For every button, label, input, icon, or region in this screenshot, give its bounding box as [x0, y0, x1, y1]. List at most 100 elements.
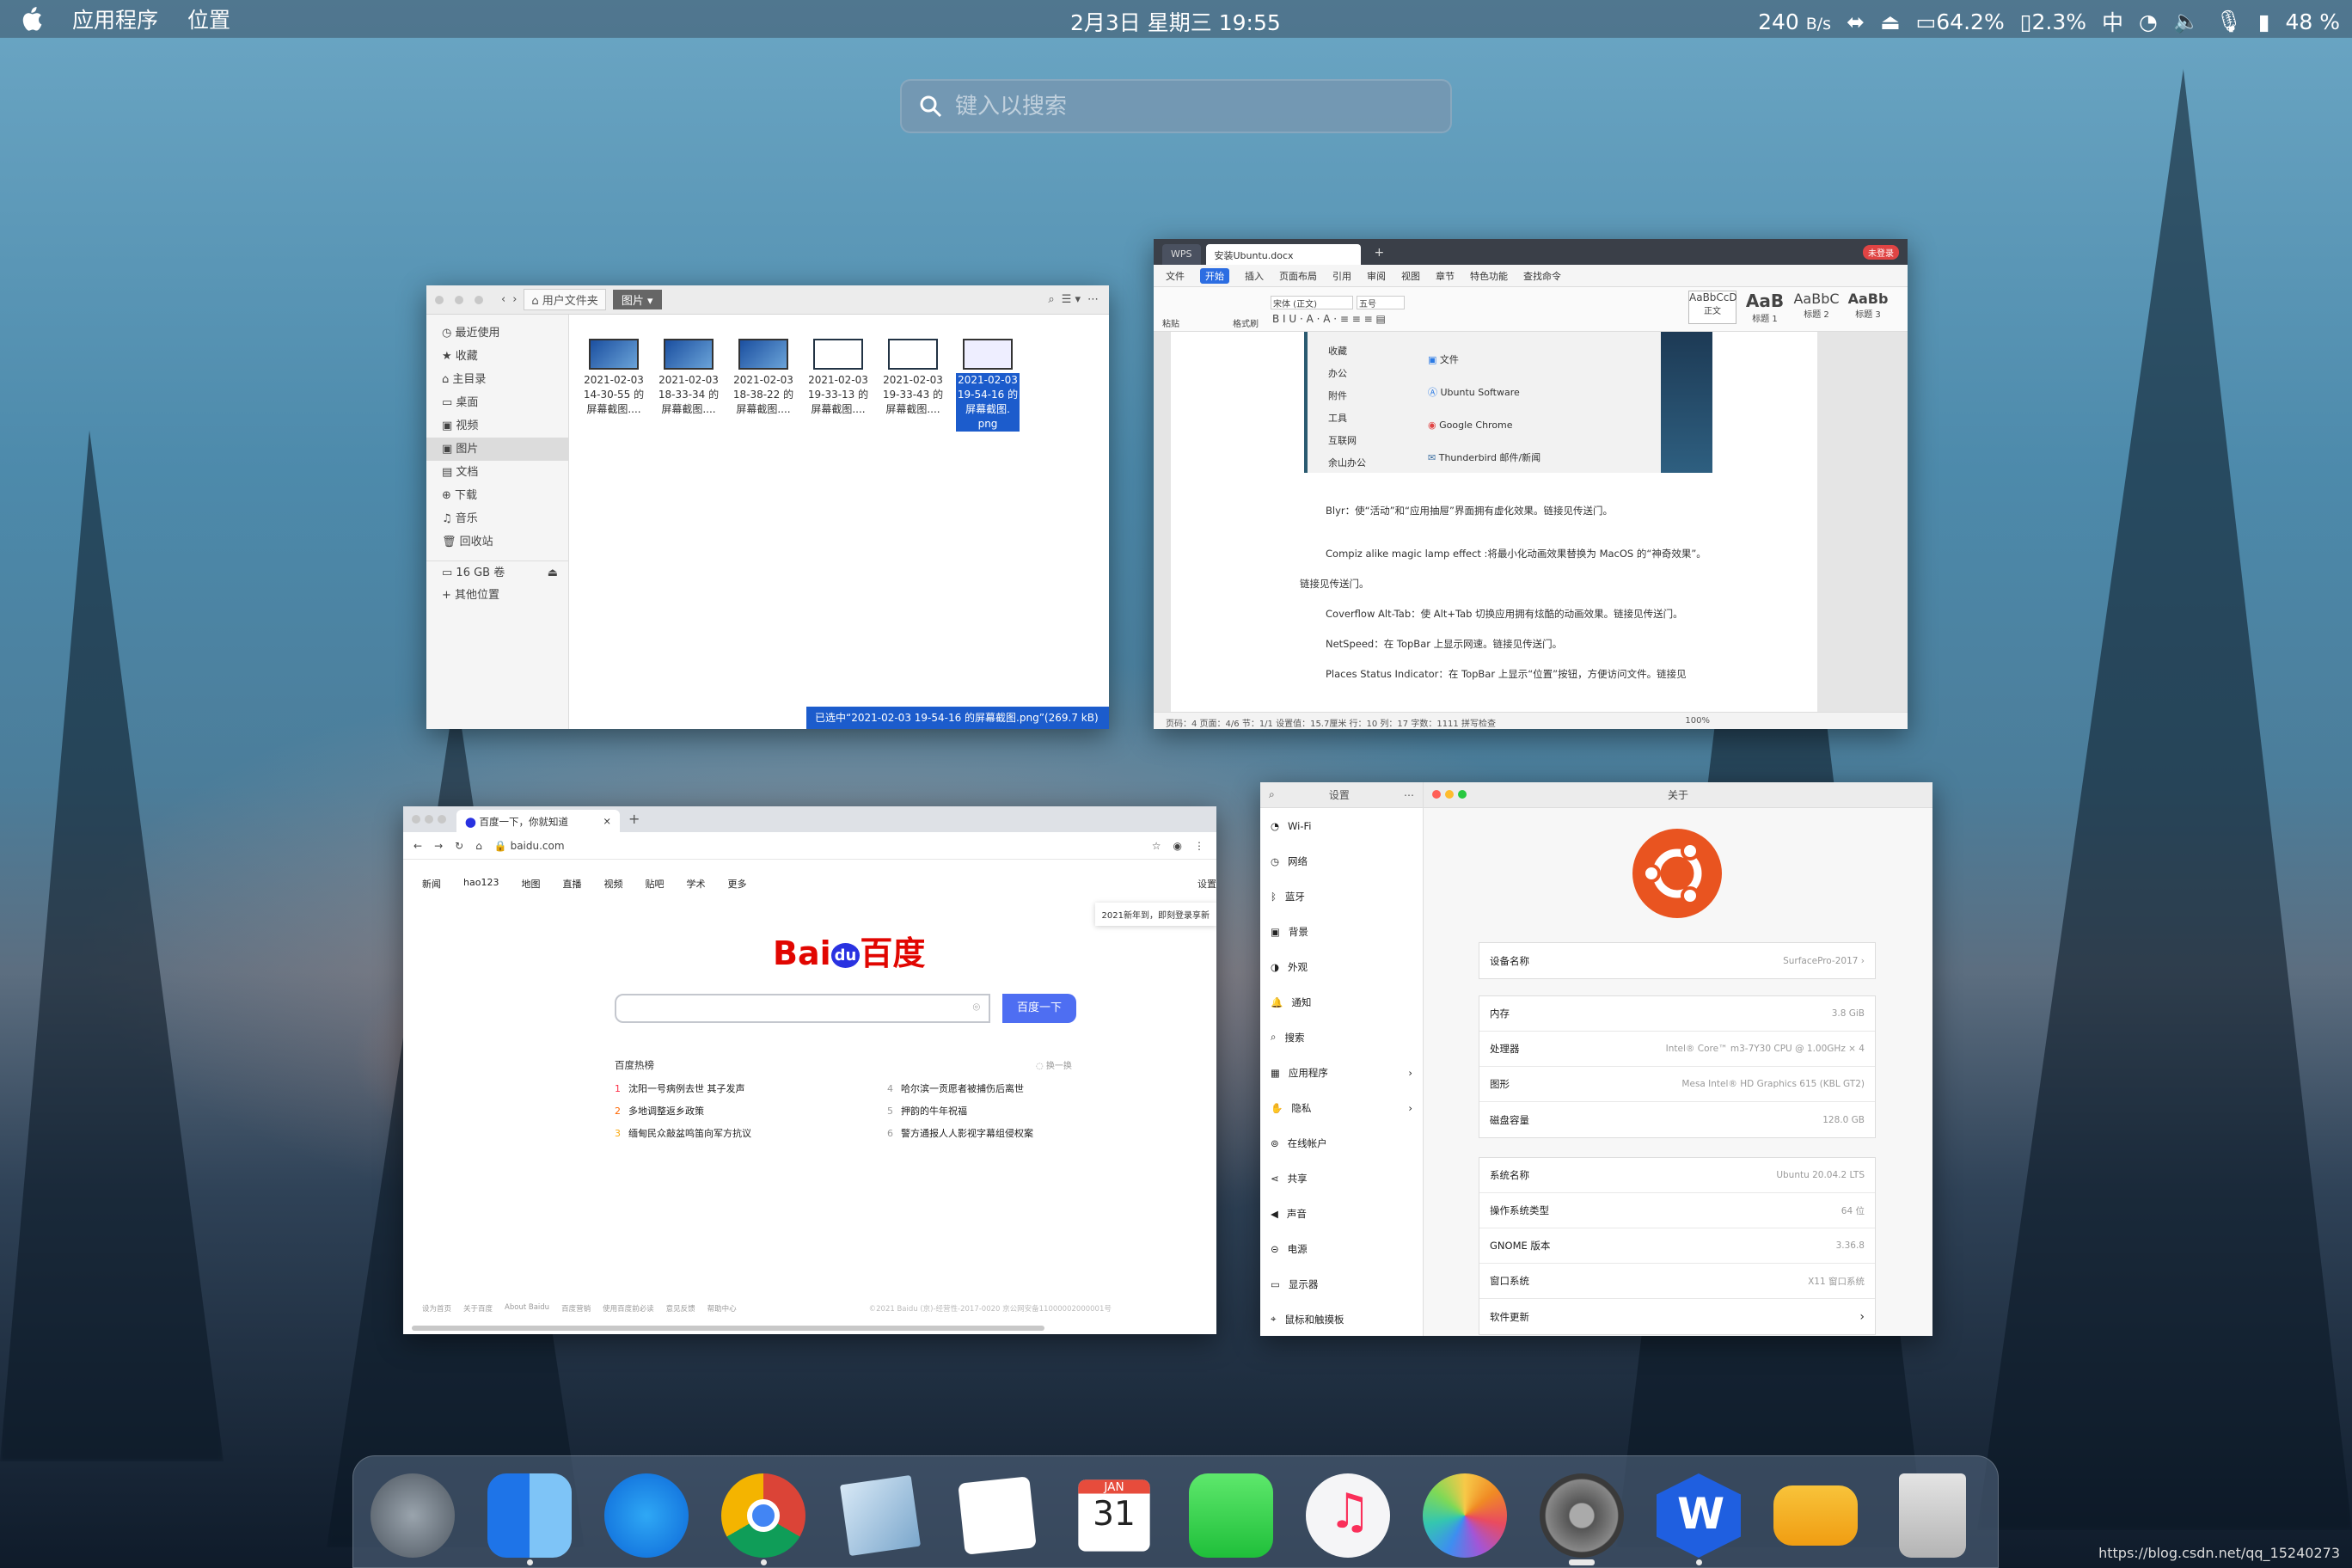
new-tab-icon[interactable]: + — [1366, 246, 1393, 265]
footer-link[interactable]: 帮助中心 — [707, 1303, 737, 1314]
drive-icon[interactable] — [1773, 1485, 1858, 1546]
calendar-icon[interactable]: JAN 31 — [1078, 1479, 1150, 1552]
chrome-icon[interactable] — [721, 1473, 805, 1558]
back-icon[interactable]: ← — [413, 840, 422, 852]
microphone-icon[interactable]: 🎙 — [2215, 9, 2243, 34]
sidebar-item-downloads[interactable]: ⊕ 下载 — [426, 484, 568, 507]
facetime-icon[interactable] — [1189, 1473, 1273, 1558]
cpu-indicator[interactable]: ▭64.2% — [1916, 9, 2005, 34]
nav-hao123[interactable]: hao123 — [463, 877, 499, 891]
menu-find[interactable]: 查找命令 — [1523, 269, 1561, 283]
paragraph[interactable]: Compiz alike magic lamp effect :将最小化动画效果… — [1326, 547, 1706, 560]
settings-item-appearance[interactable]: ◑ 外观 — [1260, 949, 1423, 984]
tab-document[interactable]: 安装Ubuntu.docx — [1205, 244, 1361, 265]
apple-icon[interactable] — [19, 6, 43, 32]
paragraph[interactable]: 链接见传送门。 — [1300, 577, 1369, 591]
login-badge[interactable]: 未登录 — [1863, 245, 1899, 260]
footer-link[interactable]: About Baidu — [505, 1303, 549, 1314]
settings-item-wifi[interactable]: ◔ Wi-Fi — [1260, 808, 1423, 843]
address-bar[interactable]: 🔒 baidu.com — [494, 840, 565, 852]
hot-item[interactable]: 6 警方通报人人影视字幕组侵权案 — [887, 1126, 1033, 1140]
clock[interactable]: 2月3日 星期三 19:55 — [1070, 6, 1281, 37]
baidu-search[interactable]: ⌾ — [615, 994, 990, 1023]
files-window[interactable]: ‹ › ⌂ 用户文件夹 图片 ▾ ⌕ ☰ ▾ ⋯ ◷ 最近使用 ★ 收藏 ⌂ 主… — [426, 285, 1109, 729]
min-dot[interactable] — [425, 815, 433, 824]
finder-icon[interactable] — [487, 1473, 572, 1558]
footer-link[interactable]: 设为首页 — [422, 1303, 451, 1314]
settings-item-mouse[interactable]: ⌖ 鼠标和触摸板 — [1260, 1302, 1423, 1336]
document-area[interactable]: 收藏 办公 附件 工具 互联网 余山办公 ▣ 文件 Ⓐ Ubuntu Software ◉… — [1154, 332, 1908, 712]
settings-item-search[interactable]: ⌕ 搜索 — [1260, 1020, 1423, 1055]
close-tab-icon[interactable]: × — [603, 815, 611, 827]
launchpad-icon[interactable] — [371, 1473, 455, 1558]
settings-item-privacy[interactable]: ✋ 隐私 › — [1260, 1090, 1423, 1125]
format-icons[interactable]: B I U · A · A · ≡ ≡ ≡ ▤ — [1272, 313, 1386, 325]
close-dot[interactable] — [412, 815, 420, 824]
eject-icon[interactable]: ⏏ — [548, 561, 558, 585]
forward-icon[interactable]: › — [512, 293, 517, 306]
profile-icon[interactable]: ◉ — [1173, 840, 1182, 852]
menu-insert[interactable]: 插入 — [1245, 269, 1264, 283]
menu-home[interactable]: 开始 — [1200, 267, 1229, 284]
nav-live[interactable]: 直播 — [562, 877, 581, 891]
file-item-selected[interactable]: 2021-02-03 19-54-16 的屏幕截图. png — [953, 339, 1022, 432]
trash-icon[interactable] — [1899, 1473, 1966, 1558]
mail-icon[interactable] — [839, 1474, 922, 1557]
sidebar-item-documents[interactable]: ▤ 文档 — [426, 461, 568, 484]
format-painter-button[interactable]: 格式刷 — [1233, 316, 1259, 329]
max-dot[interactable] — [1458, 790, 1467, 799]
hot-item[interactable]: 1 沈阳一号病例去世 其子发声 — [615, 1081, 745, 1095]
settings-item-applications[interactable]: ▦ 应用程序 › — [1260, 1055, 1423, 1090]
nav-map[interactable]: 地图 — [521, 877, 540, 891]
search-icon[interactable]: ⌕ — [1269, 788, 1275, 801]
sidebar-item-pictures[interactable]: ▣ 图片 — [426, 438, 568, 461]
document-page[interactable]: 收藏 办公 附件 工具 互联网 余山办公 ▣ 文件 Ⓐ Ubuntu Software ◉… — [1171, 332, 1817, 712]
sidebar-item-starred[interactable]: ★ 收藏 — [426, 345, 568, 368]
menu-applications[interactable]: 应用程序 — [72, 3, 158, 34]
file-item[interactable]: 2021-02-03 18-33-34 的屏幕截图.... — [654, 339, 723, 417]
memory-indicator[interactable]: ▯2.3% — [2020, 9, 2086, 34]
tab-baidu[interactable]: ⬤ 百度一下，你就知道 × — [456, 810, 620, 832]
footer-link[interactable]: 意见反馈 — [666, 1303, 695, 1314]
footer-link[interactable]: 百度营销 — [561, 1303, 591, 1314]
size-select[interactable]: 五号 — [1357, 296, 1405, 309]
paragraph[interactable]: Blyr：使“活动”和“应用抽屉”界面拥有虚化效果。链接见传送门。 — [1326, 504, 1613, 518]
hot-item[interactable]: 2 多地调整返乡政策 — [615, 1104, 704, 1118]
search-icon[interactable]: ⌕ — [1048, 293, 1054, 306]
settings-item-network[interactable]: ◷ 网络 — [1260, 843, 1423, 879]
max-dot[interactable] — [438, 815, 446, 824]
hot-item[interactable]: 3 缅甸民众敲盆鸣笛向军方抗议 — [615, 1126, 751, 1140]
sidebar-item-recent[interactable]: ◷ 最近使用 — [426, 322, 568, 345]
font-select[interactable]: 宋体 (正文) — [1271, 296, 1353, 309]
menu-view[interactable]: 视图 — [1401, 269, 1420, 283]
wifi-icon[interactable]: ◔ — [2139, 9, 2158, 34]
menu-review[interactable]: 审阅 — [1367, 269, 1386, 283]
menu-features[interactable]: 特色功能 — [1470, 269, 1508, 283]
photos-icon[interactable] — [1423, 1473, 1507, 1558]
breadcrumb-home[interactable]: ⌂ 用户文件夹 — [524, 289, 606, 310]
hot-item[interactable]: 4 哈尔滨一贡愿者被捕伤后离世 — [887, 1081, 1024, 1095]
menu-section[interactable]: 章节 — [1436, 269, 1455, 283]
menu-file[interactable]: 文件 — [1166, 269, 1185, 283]
settings-window[interactable]: ⌕ 设置 ⋯ ◔ Wi-Fi ◷ 网络 ᛒ 蓝牙 ▣ 背景 ◑ 外观 🔔 通知 ⌕ … — [1260, 782, 1932, 1336]
hot-item[interactable]: 5 押韵的牛年祝福 — [887, 1104, 967, 1118]
sidebar-item-music[interactable]: ♫ 音乐 — [426, 507, 568, 530]
settings-item-sharing[interactable]: ⋖ 共享 — [1260, 1161, 1423, 1196]
home-icon[interactable]: ⌂ — [475, 840, 482, 852]
paragraph[interactable]: Coverflow Alt-Tab：使 Alt+Tab 切换应用拥有炫酷的动画效… — [1326, 607, 1683, 621]
software-update-row[interactable]: 软件更新 › — [1479, 1299, 1875, 1334]
camera-icon[interactable]: ⌾ — [973, 1001, 980, 1014]
sidebar-item-other[interactable]: + 其他位置 — [426, 584, 568, 607]
nav-video[interactable]: 视频 — [603, 877, 622, 891]
settings-item-sound[interactable]: ◀ 声音 — [1260, 1196, 1423, 1231]
settings-item-background[interactable]: ▣ 背景 — [1260, 914, 1423, 949]
breadcrumb-current[interactable]: 图片 ▾ — [612, 290, 662, 309]
settings-item-online-accounts[interactable]: ⊚ 在线帐户 — [1260, 1125, 1423, 1161]
file-item[interactable]: 2021-02-03 14-30-55 的屏幕截图.... — [579, 339, 648, 417]
wps-icon[interactable]: W — [1657, 1473, 1741, 1558]
file-item[interactable]: 2021-02-03 19-33-13 的屏幕截图.... — [804, 339, 873, 417]
file-item[interactable]: 2021-02-03 19-33-43 的屏幕截图.... — [879, 339, 947, 417]
sidebar-item-videos[interactable]: ▣ 视频 — [426, 414, 568, 438]
input-method[interactable]: 中 — [2102, 6, 2123, 37]
battery-icon[interactable]: ▮ — [2258, 9, 2270, 34]
